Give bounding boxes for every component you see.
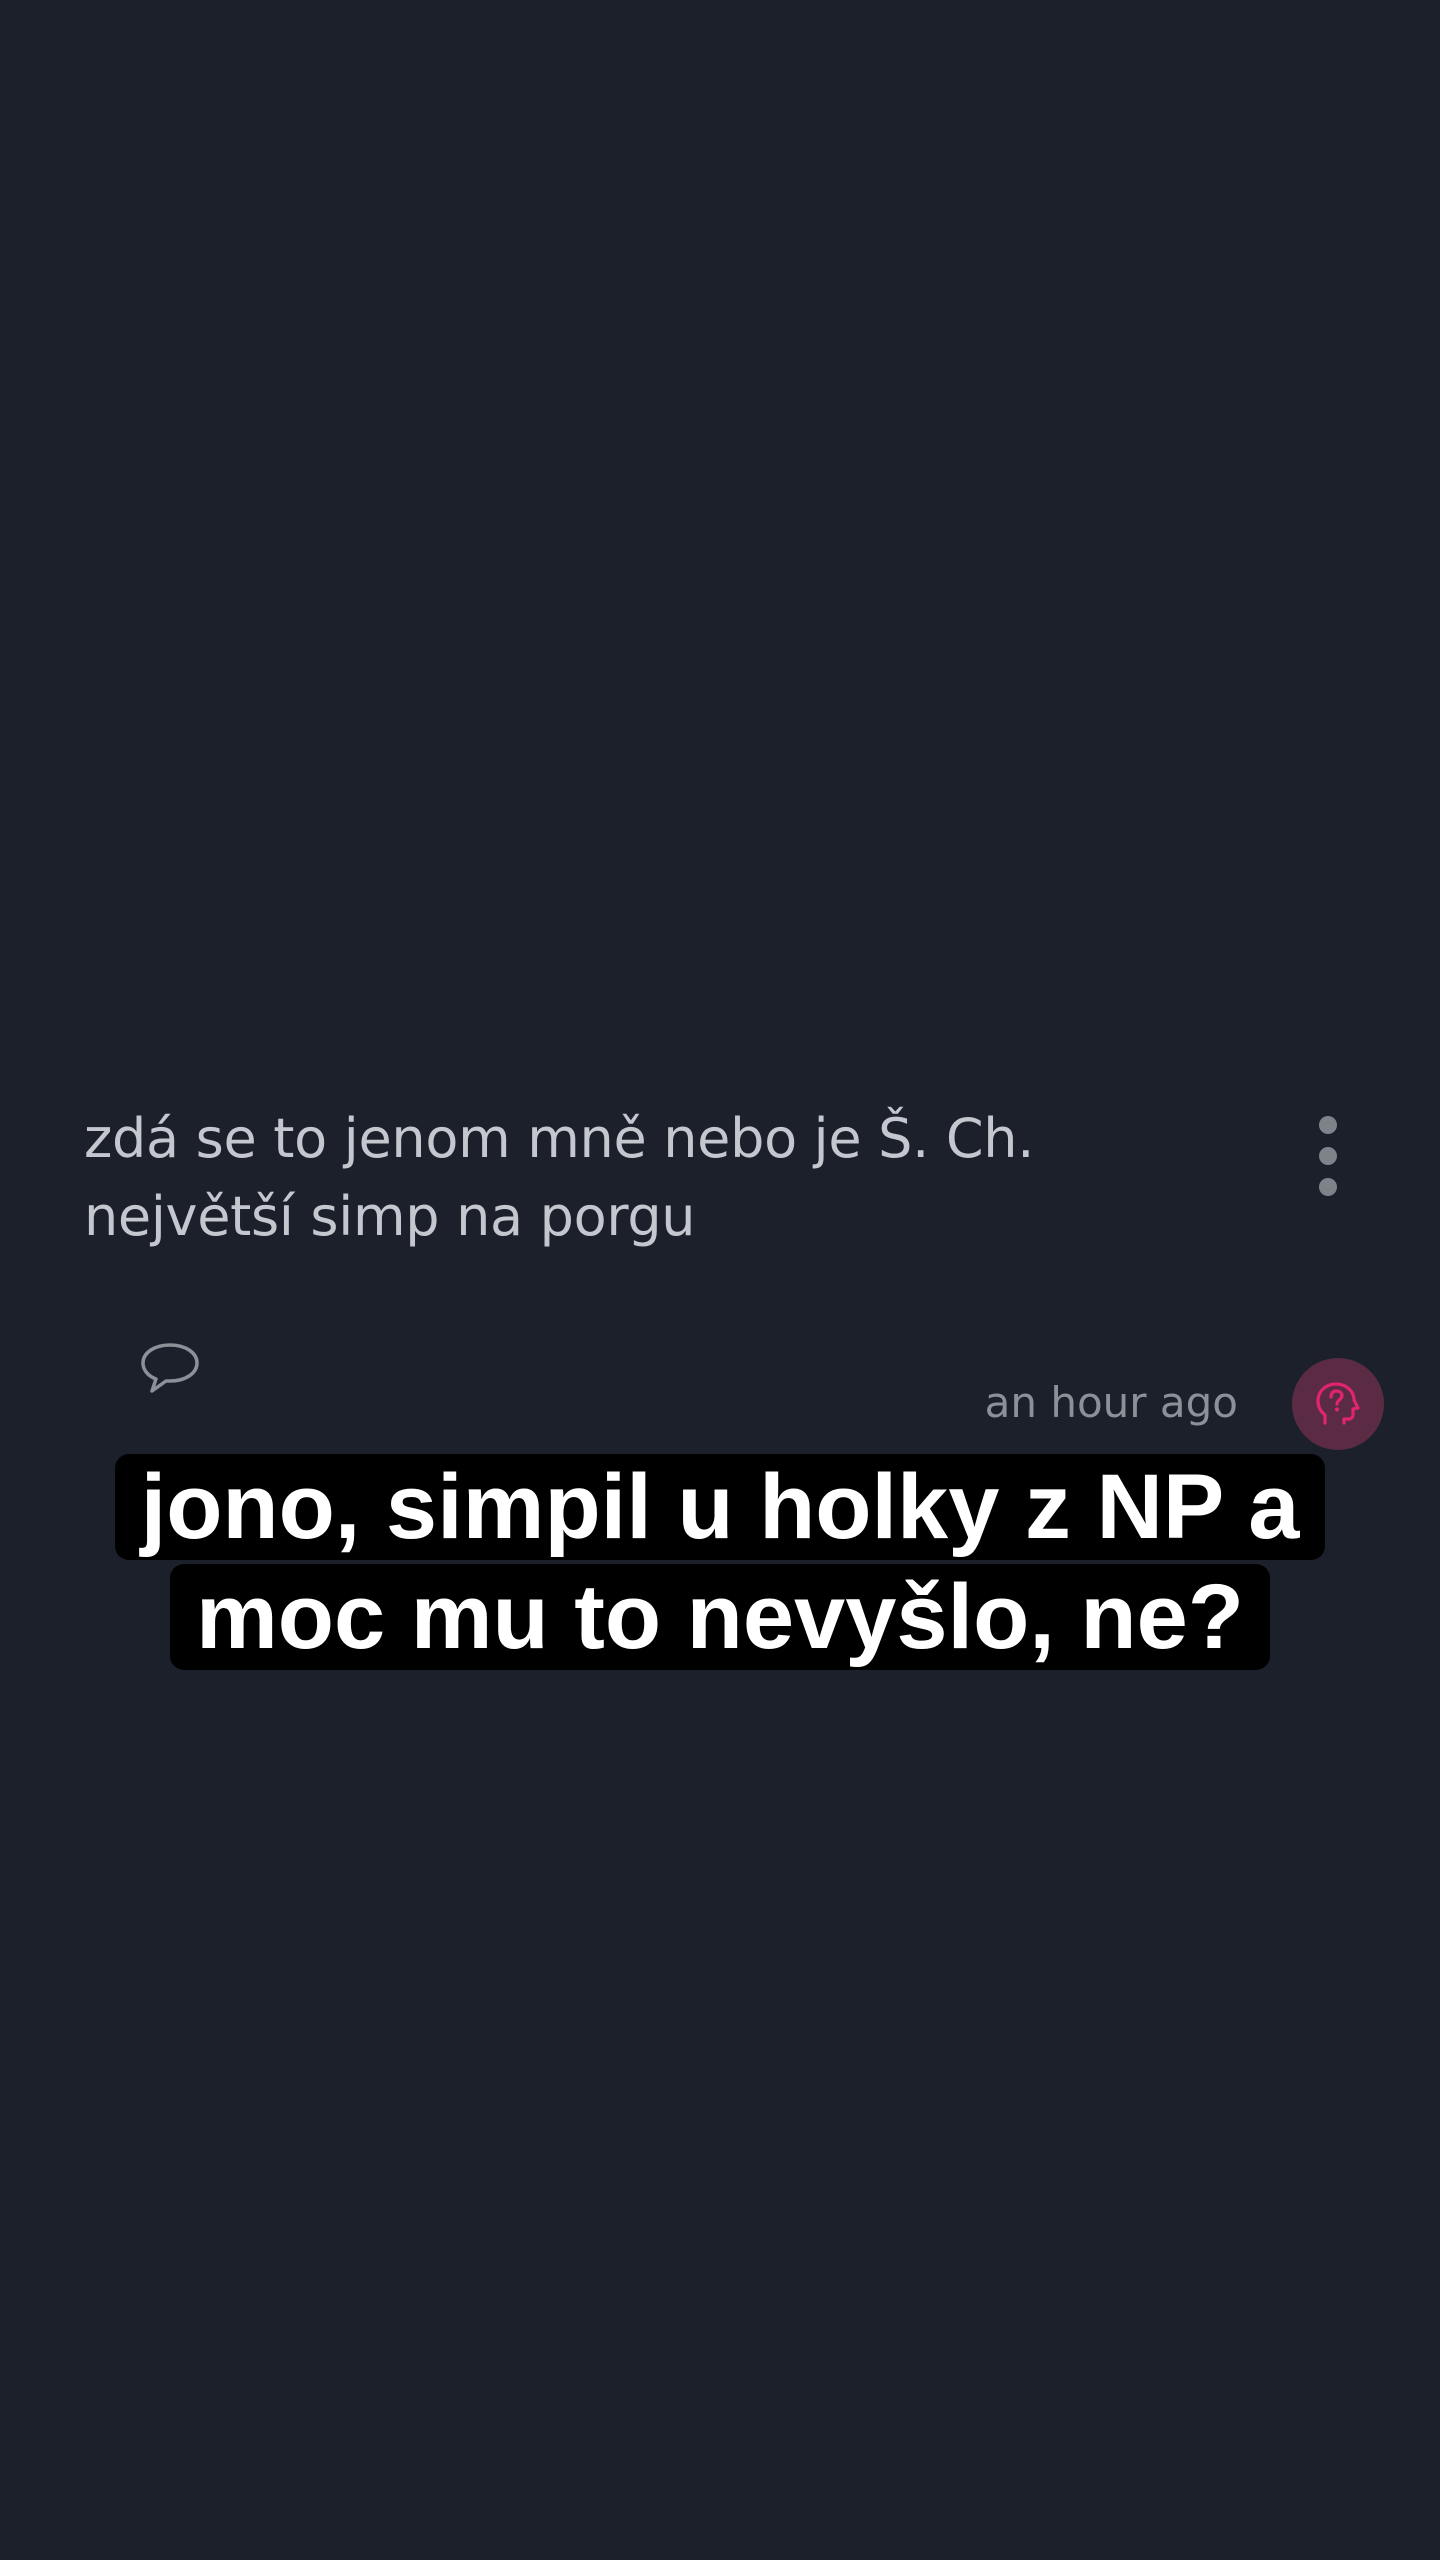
author-avatar[interactable] bbox=[1292, 1358, 1384, 1450]
more-vertical-icon-dot bbox=[1319, 1147, 1337, 1165]
more-vertical-icon-dot bbox=[1319, 1178, 1337, 1196]
caption-line-2: moc mu to nevyšlo, ne? bbox=[170, 1564, 1270, 1670]
video-caption: jono, simpil u holky z NP a moc mu to ne… bbox=[0, 1452, 1440, 1672]
comment-button[interactable] bbox=[138, 1340, 202, 1396]
screen: zdá se to jenom mně nebo je Š. Ch. nejvě… bbox=[0, 0, 1440, 2560]
more-options-button[interactable] bbox=[1298, 1116, 1358, 1196]
more-vertical-icon bbox=[1319, 1116, 1337, 1134]
anonymous-head-question-icon bbox=[1316, 1382, 1360, 1425]
post-text: zdá se to jenom mně nebo je Š. Ch. nejvě… bbox=[84, 1107, 1035, 1248]
comment-bubble-icon bbox=[141, 1343, 199, 1393]
post-timestamp: an hour ago bbox=[984, 1378, 1238, 1427]
caption-line-1: jono, simpil u holky z NP a bbox=[114, 1454, 1326, 1560]
